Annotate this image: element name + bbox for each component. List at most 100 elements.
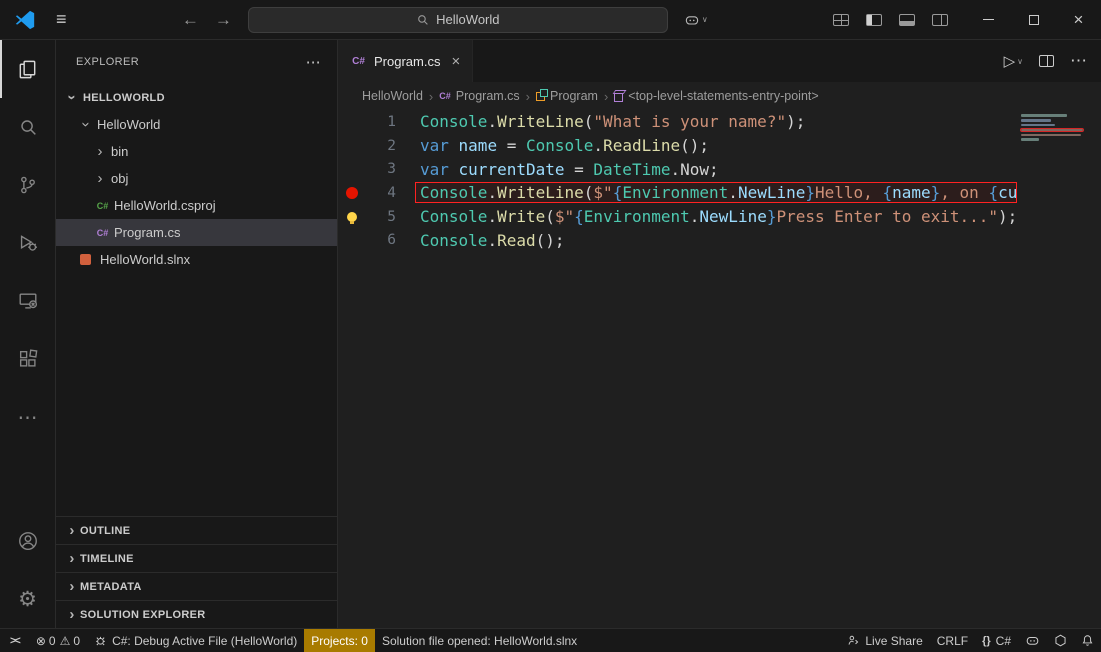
tree-item-label: Program.cs — [114, 225, 180, 240]
line-content[interactable]: Console.Write($"{Environment.NewLine}Pre… — [416, 207, 1016, 226]
line-content[interactable]: var name = Console.ReadLine(); — [416, 136, 1016, 155]
problems-status[interactable]: ⊗ 0 ⚠ 0 — [29, 629, 87, 652]
tree-item-helloworld[interactable]: ›HelloWorld — [56, 111, 337, 138]
tree-item-helloworld-slnx[interactable]: HelloWorld.slnx — [56, 246, 337, 273]
tree-item-label: obj — [111, 171, 128, 186]
activity-source-control[interactable] — [0, 156, 56, 214]
projects-status-badge[interactable]: Projects: 0 — [304, 629, 375, 652]
tab-program-cs[interactable]: C# Program.cs × — [338, 40, 473, 82]
minimize-button[interactable] — [966, 0, 1011, 40]
toggle-panel-icon[interactable] — [899, 14, 915, 26]
line-content[interactable]: Console.Read(); — [416, 231, 1016, 250]
line-content[interactable]: var currentDate = DateTime.Now; — [416, 160, 1016, 179]
code-line-1[interactable]: 1Console.WriteLine("What is your name?")… — [338, 110, 1101, 134]
code-line-5[interactable]: 5Console.Write($"{Environment.NewLine}Pr… — [338, 205, 1101, 229]
token-var: NewLine — [699, 207, 766, 226]
toggle-primary-sidebar-icon[interactable] — [866, 14, 882, 26]
editor-more-actions-button[interactable]: ⋯ — [1070, 51, 1087, 71]
token-var: NewLine — [738, 183, 805, 202]
activity-more-button[interactable]: ⋯ — [0, 388, 56, 446]
activity-remote-explorer[interactable] — [0, 272, 56, 330]
activity-run-debug[interactable] — [0, 214, 56, 272]
slnx-file-icon — [80, 254, 91, 265]
code-line-2[interactable]: 2var name = Console.ReadLine(); — [338, 134, 1101, 158]
eol-indicator[interactable]: CRLF — [930, 629, 975, 652]
tab-close-icon[interactable]: × — [451, 53, 460, 70]
debug-status[interactable]: C#: Debug Active File (HelloWorld) — [87, 629, 304, 652]
maximize-button[interactable] — [1011, 0, 1056, 40]
minimap[interactable] — [1017, 112, 1091, 162]
split-editor-icon[interactable] — [1039, 55, 1054, 67]
solution-status[interactable]: Solution file opened: HelloWorld.slnx — [375, 629, 584, 652]
csharp-devkit-status-button[interactable] — [1047, 629, 1074, 652]
section-timeline[interactable]: ›TIMELINE — [56, 544, 337, 572]
sidebar-sections: ›OUTLINE›TIMELINE›METADATA›SOLUTION EXPL… — [56, 516, 337, 628]
source-control-icon — [17, 174, 39, 196]
line-content[interactable]: Console.WriteLine($"{Environment.NewLine… — [416, 183, 1016, 202]
token-str: $" — [555, 207, 574, 226]
token-type: Environment — [584, 207, 690, 226]
breakpoint-icon[interactable] — [346, 187, 358, 199]
breadcrumb-label: HelloWorld — [362, 89, 423, 103]
live-share-button[interactable]: Live Share — [840, 629, 929, 652]
copilot-status-button[interactable] — [1018, 629, 1047, 652]
command-center-search[interactable]: HelloWorld — [248, 7, 668, 33]
settings-button[interactable]: ⚙ — [0, 570, 56, 628]
breadcrumb-separator: › — [429, 89, 433, 104]
token-str: , on — [940, 183, 988, 202]
breadcrumb-separator: › — [604, 89, 608, 104]
forward-button[interactable]: → — [215, 10, 232, 30]
tree-item-helloworld[interactable]: ›HELLOWORLD — [56, 84, 337, 111]
code-line-6[interactable]: 6Console.Read(); — [338, 228, 1101, 252]
run-button[interactable]: ▷ ∨ — [1004, 52, 1023, 70]
tree-item-program-cs[interactable]: C#Program.cs — [56, 219, 337, 246]
files-icon — [16, 58, 39, 81]
editor-group: C# Program.cs × ▷ ∨ ⋯ HelloWorld › C#Progr… — [338, 40, 1101, 628]
notifications-button[interactable] — [1074, 629, 1101, 652]
accounts-button[interactable] — [0, 512, 56, 570]
language-mode[interactable]: {} C# — [975, 629, 1018, 652]
line-content[interactable]: Console.WriteLine("What is your name?"); — [416, 112, 1016, 131]
activity-explorer[interactable] — [0, 40, 56, 98]
section-solution-explorer[interactable]: ›SOLUTION EXPLORER — [56, 600, 337, 628]
tree-item-label: HelloWorld — [97, 117, 160, 132]
toggle-secondary-sidebar-icon[interactable] — [932, 14, 948, 26]
breadcrumb-item-helloworld[interactable]: HelloWorld — [362, 89, 423, 103]
explorer-actions-button[interactable]: ⋯ — [306, 53, 321, 71]
activity-search[interactable] — [0, 98, 56, 156]
breadcrumb-item-program[interactable]: Program — [536, 89, 598, 103]
glyph-margin[interactable] — [338, 212, 366, 222]
tab-bar: C# Program.cs × ▷ ∨ ⋯ — [338, 40, 1101, 82]
token-kw: var — [420, 136, 449, 155]
section-metadata[interactable]: ›METADATA — [56, 572, 337, 600]
code-line-4[interactable]: 4Console.WriteLine($"{Environment.NewLin… — [338, 181, 1101, 205]
minimap-line — [1021, 138, 1039, 140]
close-button[interactable]: × — [1056, 0, 1101, 40]
token-str: "What is your name?" — [593, 112, 786, 131]
token-punct: ( — [584, 112, 594, 131]
minimap-line — [1021, 129, 1083, 131]
code-line-3[interactable]: 3var currentDate = DateTime.Now; — [338, 157, 1101, 181]
menu-icon[interactable]: ≡ — [56, 9, 67, 30]
breadcrumb-item-top-level-statements-entry-point[interactable]: <top-level-statements-entry-point> — [614, 89, 818, 103]
maximize-icon — [1029, 15, 1039, 25]
editor-actions: ▷ ∨ ⋯ — [1004, 40, 1101, 82]
tree-item-helloworld-csproj[interactable]: C#HelloWorld.csproj — [56, 192, 337, 219]
lightbulb-icon[interactable] — [347, 212, 357, 222]
breadcrumb-separator: › — [526, 89, 530, 104]
back-button[interactable]: ← — [182, 10, 199, 30]
token-punct: ( — [545, 207, 555, 226]
glyph-margin[interactable] — [338, 187, 366, 199]
code-editor[interactable]: 1Console.WriteLine("What is your name?")… — [338, 110, 1101, 628]
token-interp: { — [882, 183, 892, 202]
tree-item-bin[interactable]: ›bin — [56, 138, 337, 165]
token-var: name — [892, 183, 931, 202]
activity-extensions[interactable] — [0, 330, 56, 388]
remote-indicator[interactable]: >< — [0, 629, 29, 652]
customize-layout-icon[interactable] — [833, 14, 849, 26]
token-punct: . — [487, 207, 497, 226]
breadcrumb-item-program-cs[interactable]: C#Program.cs — [439, 89, 519, 103]
section-outline[interactable]: ›OUTLINE — [56, 516, 337, 544]
tree-item-obj[interactable]: ›obj — [56, 165, 337, 192]
copilot-menu-button[interactable]: ∨ — [684, 13, 708, 27]
